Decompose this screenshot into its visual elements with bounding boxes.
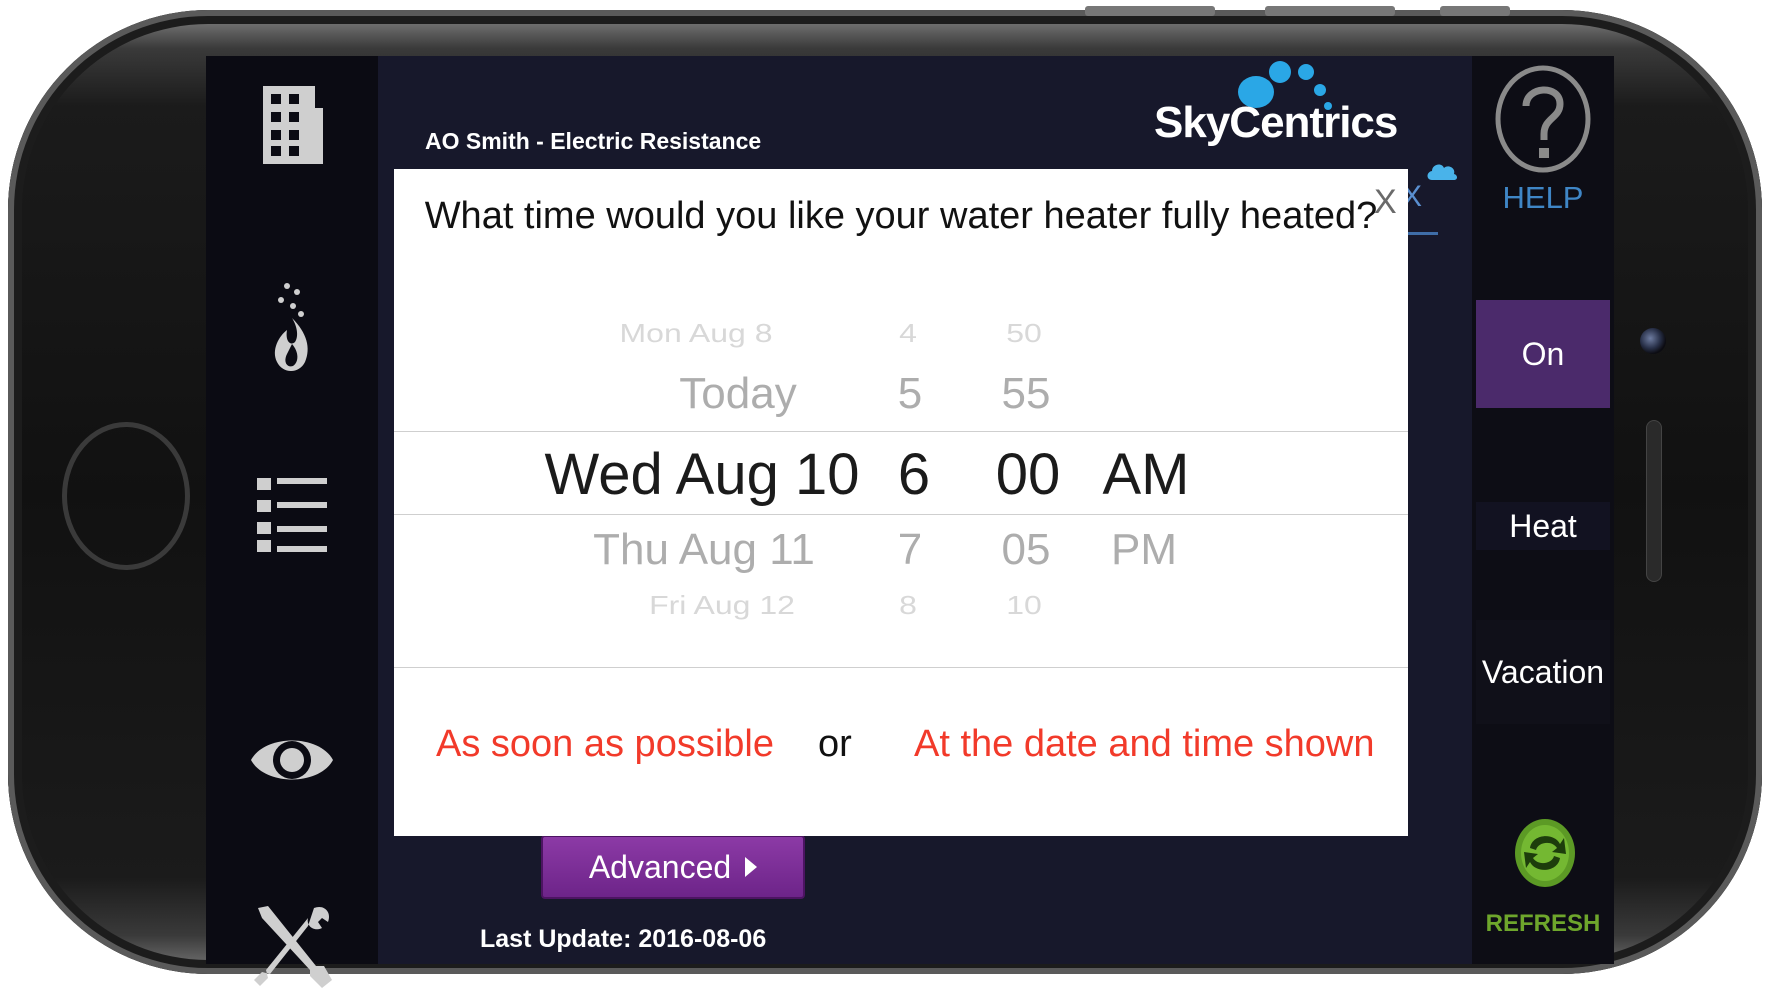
picker-hour-option[interactable]: 8 bbox=[899, 591, 917, 621]
dialog-divider bbox=[394, 667, 1408, 668]
left-nav bbox=[206, 56, 378, 988]
chevron-right-icon bbox=[745, 857, 758, 877]
mode-vacation-button[interactable]: Vacation bbox=[1476, 620, 1610, 724]
cloud-icon bbox=[1427, 164, 1457, 180]
brand-name: SkyCentrics bbox=[1154, 98, 1398, 147]
close-button[interactable]: X bbox=[1374, 183, 1397, 222]
schedule-dialog: What time would you like your water heat… bbox=[394, 169, 1408, 836]
dialog-question: What time would you like your water heat… bbox=[424, 195, 1378, 237]
picker-minute-option[interactable]: 10 bbox=[1006, 591, 1042, 621]
advanced-button[interactable]: Advanced bbox=[541, 835, 805, 899]
refresh-label[interactable]: REFRESH bbox=[1472, 910, 1614, 938]
mode-on-button[interactable]: On bbox=[1476, 300, 1610, 408]
nav-item-monitor[interactable] bbox=[206, 724, 378, 796]
help-label[interactable]: HELP bbox=[1472, 180, 1614, 216]
eye-icon bbox=[251, 740, 333, 780]
mode-heat-label: Heat bbox=[1509, 507, 1577, 544]
picker-day-option[interactable]: Today bbox=[679, 369, 796, 419]
mode-vacation-label: Vacation bbox=[1481, 653, 1605, 690]
nav-item-building[interactable] bbox=[206, 86, 378, 164]
last-update: Last Update: 2016-08-06 bbox=[480, 925, 767, 953]
picker-minute-option[interactable]: 55 bbox=[1002, 369, 1051, 419]
picker-ampm-selected[interactable]: AM bbox=[1103, 441, 1190, 508]
flame-icon bbox=[274, 283, 308, 371]
mute-switch bbox=[1440, 6, 1510, 16]
picker-minute-selected[interactable]: 00 bbox=[996, 441, 1061, 508]
or-label: or bbox=[818, 723, 852, 765]
picker-hour-option[interactable]: 7 bbox=[898, 525, 922, 575]
picker-hour-selected[interactable]: 6 bbox=[898, 441, 930, 508]
picker-day-option[interactable]: Fri Aug 12 bbox=[649, 591, 795, 621]
picker-hour-option[interactable]: 4 bbox=[899, 319, 917, 349]
picker-minute-option[interactable]: 50 bbox=[1006, 319, 1042, 349]
volume-button bbox=[1085, 6, 1215, 16]
home-button[interactable] bbox=[62, 422, 190, 570]
list-icon bbox=[257, 478, 327, 552]
mode-heat-button[interactable]: Heat bbox=[1476, 502, 1610, 550]
picker-day-option[interactable]: Thu Aug 11 bbox=[593, 525, 815, 575]
speaker-grille bbox=[1646, 420, 1662, 582]
front-camera bbox=[1640, 328, 1666, 354]
date-time-shown-button[interactable]: At the date and time shown bbox=[914, 723, 1375, 766]
building-icon bbox=[263, 86, 323, 164]
nav-item-heating[interactable] bbox=[206, 278, 378, 378]
picker-hour-option[interactable]: 5 bbox=[898, 369, 922, 419]
nav-item-settings[interactable] bbox=[206, 904, 378, 988]
picker-ampm-option[interactable]: PM bbox=[1111, 525, 1177, 575]
picker-divider bbox=[394, 514, 1408, 515]
mode-on-label: On bbox=[1521, 335, 1565, 372]
picker-day-option[interactable]: Mon Aug 8 bbox=[620, 319, 773, 349]
asap-button[interactable]: As soon as possible bbox=[436, 723, 774, 766]
nav-item-list[interactable] bbox=[206, 476, 378, 552]
refresh-icon[interactable] bbox=[1514, 818, 1576, 888]
tools-icon bbox=[254, 906, 332, 988]
device-title: AO Smith - Electric Resistance bbox=[425, 128, 762, 154]
picker-minute-option[interactable]: 05 bbox=[1002, 525, 1051, 575]
picker-day-selected[interactable]: Wed Aug 10 bbox=[545, 441, 860, 508]
picker-divider bbox=[394, 431, 1408, 432]
volume-button bbox=[1265, 6, 1395, 16]
help-icon[interactable] bbox=[1494, 64, 1592, 174]
advanced-label: Advanced bbox=[588, 848, 732, 885]
